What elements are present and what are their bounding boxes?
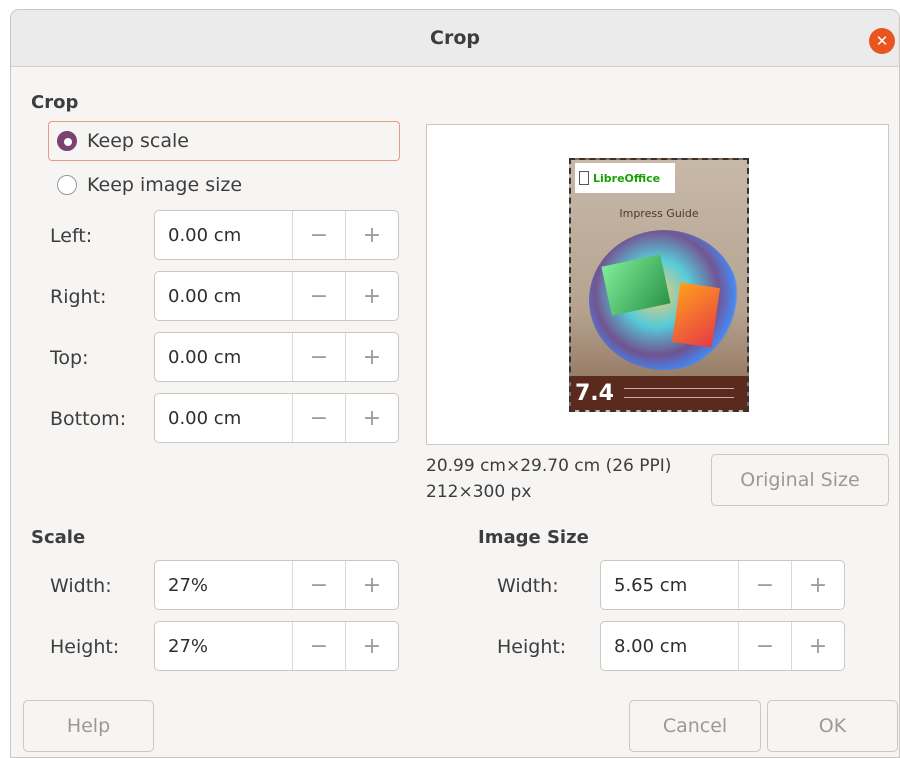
bottom-decrement-button[interactable]: − [292, 394, 345, 442]
image-height-spinbox: 8.00 cm − + [600, 621, 845, 671]
plus-icon: + [362, 283, 382, 309]
help-button[interactable]: Help [23, 700, 154, 752]
keep-image-size-radio[interactable]: Keep image size [57, 170, 242, 200]
document-icon [579, 171, 589, 185]
radio-unchecked-icon [57, 175, 77, 195]
scale-width-decrement-button[interactable]: − [292, 561, 345, 609]
minus-icon: − [755, 633, 775, 659]
image-size-section-title: Image Size [478, 527, 589, 548]
image-width-label: Width: [497, 575, 559, 597]
scale-height-increment-button[interactable]: + [345, 622, 398, 670]
minus-icon: − [309, 344, 329, 370]
plus-icon: + [808, 633, 828, 659]
image-width-increment-button[interactable]: + [791, 561, 844, 609]
plus-icon: + [362, 222, 382, 248]
cover-logo: LibreOffice [593, 171, 661, 185]
top-label: Top: [50, 347, 89, 369]
right-increment-button[interactable]: + [345, 272, 398, 320]
bottom-input[interactable]: 0.00 cm [155, 394, 292, 442]
original-size-button[interactable]: Original Size [711, 454, 889, 506]
image-height-decrement-button[interactable]: − [738, 622, 791, 670]
right-label: Right: [50, 286, 107, 308]
scale-height-spinbox: 27% − + [154, 621, 399, 671]
right-decrement-button[interactable]: − [292, 272, 345, 320]
minus-icon: − [309, 633, 329, 659]
right-spinbox: 0.00 cm − + [154, 271, 399, 321]
cover-thumbnail: LibreOffice Impress Guide 7.4 [569, 158, 749, 412]
left-spinbox: 0.00 cm − + [154, 210, 399, 260]
scale-width-spinbox: 27% − + [154, 560, 399, 610]
scale-height-label: Height: [50, 636, 120, 658]
top-increment-button[interactable]: + [345, 333, 398, 381]
close-icon: ✕ [875, 31, 889, 50]
image-height-label: Height: [497, 636, 567, 658]
image-height-input[interactable]: 8.00 cm [601, 622, 738, 670]
scale-height-decrement-button[interactable]: − [292, 622, 345, 670]
image-width-decrement-button[interactable]: − [738, 561, 791, 609]
title-bar: Crop ✕ [11, 10, 899, 67]
plus-icon: + [362, 572, 382, 598]
close-button[interactable]: ✕ [869, 28, 895, 54]
minus-icon: − [309, 572, 329, 598]
keep-scale-radio[interactable]: Keep scale [48, 121, 400, 161]
plus-icon: + [362, 344, 382, 370]
cover-art-shape [672, 282, 720, 348]
bottom-spinbox: 0.00 cm − + [154, 393, 399, 443]
plus-icon: + [808, 572, 828, 598]
bottom-label: Bottom: [50, 408, 127, 430]
keep-image-size-label: Keep image size [87, 174, 243, 196]
minus-icon: − [309, 405, 329, 431]
top-spinbox: 0.00 cm − + [154, 332, 399, 382]
crop-section-title: Crop [31, 92, 79, 113]
radio-checked-icon [57, 131, 77, 151]
cover-logo-area: LibreOffice [575, 163, 675, 193]
scale-width-label: Width: [50, 575, 112, 597]
left-increment-button[interactable]: + [345, 211, 398, 259]
top-input[interactable]: 0.00 cm [155, 333, 292, 381]
minus-icon: − [755, 572, 775, 598]
plus-icon: + [362, 633, 382, 659]
cover-title: Impress Guide [619, 207, 699, 220]
crop-dialog: Crop ✕ Crop Keep scale Keep image size L… [10, 9, 900, 758]
minus-icon: − [309, 283, 329, 309]
cover-footer: 7.4 [571, 376, 747, 410]
bottom-increment-button[interactable]: + [345, 394, 398, 442]
image-height-increment-button[interactable]: + [791, 622, 844, 670]
left-label: Left: [50, 225, 93, 247]
ok-button[interactable]: OK [767, 700, 898, 752]
image-width-spinbox: 5.65 cm − + [600, 560, 845, 610]
cover-footer-lines [623, 388, 734, 398]
scale-width-input[interactable]: 27% [155, 561, 292, 609]
cancel-button[interactable]: Cancel [629, 700, 761, 752]
image-dimensions: 20.99 cm×29.70 cm (26 PPI) [426, 456, 672, 476]
plus-icon: + [362, 405, 382, 431]
image-width-input[interactable]: 5.65 cm [601, 561, 738, 609]
top-decrement-button[interactable]: − [292, 333, 345, 381]
right-input[interactable]: 0.00 cm [155, 272, 292, 320]
scale-section-title: Scale [31, 527, 86, 548]
scale-height-input[interactable]: 27% [155, 622, 292, 670]
cover-version: 7.4 [575, 380, 614, 406]
image-pixels: 212×300 px [426, 482, 532, 502]
keep-scale-label: Keep scale [87, 130, 189, 152]
scale-width-increment-button[interactable]: + [345, 561, 398, 609]
dialog-title: Crop [430, 27, 480, 49]
left-decrement-button[interactable]: − [292, 211, 345, 259]
image-preview: LibreOffice Impress Guide 7.4 [426, 124, 889, 445]
left-input[interactable]: 0.00 cm [155, 211, 292, 259]
minus-icon: − [309, 222, 329, 248]
